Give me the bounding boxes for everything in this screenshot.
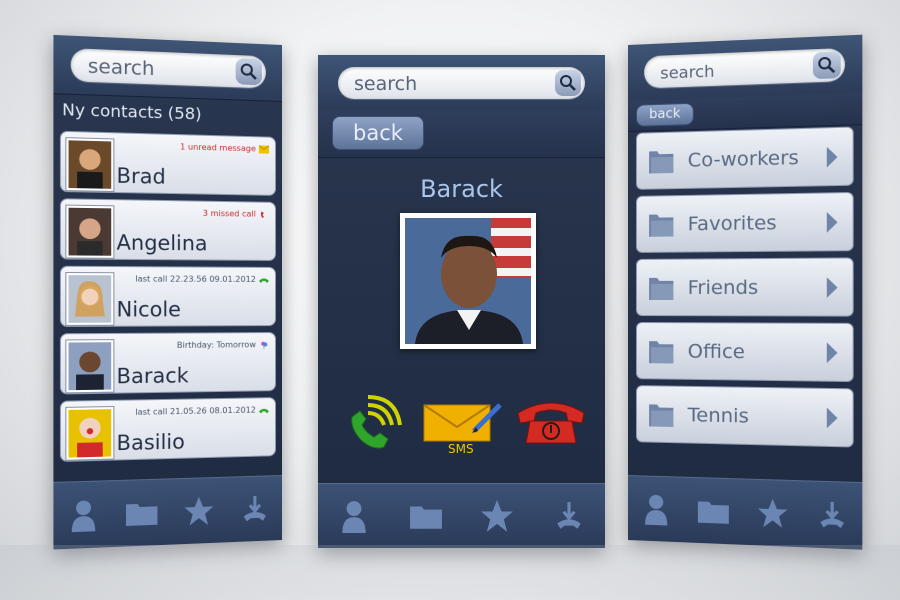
search-input[interactable] (352, 71, 529, 97)
contact-name: Nicole (117, 297, 181, 322)
sms-button[interactable] (422, 401, 502, 447)
folder-icon (647, 400, 675, 429)
contact-name: Angelina (117, 230, 208, 255)
balloon-icon (259, 341, 269, 349)
status-text: Birthday: Tomorrow (177, 340, 269, 350)
chevron-right-icon (827, 277, 838, 298)
folder-icon (647, 210, 675, 239)
contact-item[interactable]: Birthday: Tomorrow Barack (60, 332, 276, 394)
search-field[interactable] (338, 67, 585, 99)
folder-label: Office (688, 340, 745, 363)
back-button[interactable]: back (636, 103, 694, 127)
contact-detail-screen: back Barack (318, 55, 605, 548)
avatar (66, 273, 113, 325)
contacts-screen: Ny contacts (58) 1 unread message Brad 3… (53, 35, 282, 550)
search-field[interactable] (71, 48, 266, 88)
contact-list: 1 unread message Brad 3 missed call Ange… (60, 131, 276, 468)
floor-reflection (0, 545, 900, 600)
folder-item-favorites[interactable]: Favorites (636, 192, 854, 253)
folder-item-co-workers[interactable]: Co-workers (636, 126, 854, 189)
sms-label: SMS (448, 442, 474, 456)
contact-item[interactable]: 1 unread message Brad (60, 131, 276, 196)
scene: Ny contacts (58) 1 unread message Brad 3… (0, 0, 900, 600)
status-text: last call 22.23.56 09.01.2012 (135, 274, 269, 284)
search-icon[interactable] (555, 70, 581, 96)
folder-item-friends[interactable]: Friends (636, 257, 854, 316)
chevron-right-icon (827, 408, 838, 429)
folder-icon[interactable] (123, 495, 159, 531)
search-bar (628, 35, 862, 102)
end-call-button[interactable] (516, 399, 586, 451)
folder-label: Favorites (688, 212, 777, 236)
person-icon[interactable] (639, 491, 673, 526)
folder-item-office[interactable]: Office (636, 322, 854, 382)
search-input[interactable] (86, 53, 227, 85)
folder-label: Co-workers (688, 147, 799, 172)
search-input[interactable] (658, 54, 802, 86)
list-title: Ny contacts (58) (62, 100, 202, 124)
search-bar (53, 35, 282, 102)
nav-bar: back (628, 93, 862, 132)
folder-icon[interactable] (409, 499, 443, 533)
folder-label: Tennis (688, 404, 749, 428)
contact-photo (400, 213, 536, 349)
status-text: last call 21.05.26 08.01.2012 (135, 405, 269, 417)
tab-bar (628, 475, 862, 550)
contact-item[interactable]: 3 missed call Angelina (60, 198, 276, 261)
search-bar (318, 55, 605, 112)
search-field[interactable] (644, 48, 845, 89)
back-button[interactable]: back (332, 116, 424, 150)
envelope-icon (259, 145, 269, 153)
contact-item[interactable]: last call 22.23.56 09.01.2012 Nicole (60, 266, 276, 327)
folder-icon (647, 337, 675, 365)
groups-screen: back Co-workers Favorites Friends Office (628, 35, 862, 550)
contact-name-heading: Barack (318, 175, 605, 203)
folder-list: Co-workers Favorites Friends Office Tenn (636, 126, 854, 453)
phone-icon (259, 406, 269, 414)
call-log-icon[interactable] (814, 497, 850, 534)
folder-item-tennis[interactable]: Tennis (636, 385, 854, 447)
person-icon[interactable] (337, 499, 371, 533)
avatar (66, 138, 113, 191)
star-icon[interactable] (754, 495, 790, 531)
call-log-icon[interactable] (552, 499, 586, 533)
contact-name: Brad (117, 163, 166, 189)
folder-icon[interactable] (696, 493, 731, 529)
folder-label: Friends (688, 276, 759, 299)
contact-portrait (405, 218, 531, 344)
avatar (66, 340, 113, 392)
tab-bar (53, 475, 282, 549)
avatar (66, 407, 113, 460)
star-icon[interactable] (181, 493, 216, 529)
nav-bar: back (318, 111, 605, 158)
person-icon[interactable] (65, 497, 101, 533)
chevron-right-icon (827, 212, 838, 233)
folder-icon (647, 147, 675, 176)
call-log-icon[interactable] (237, 491, 271, 526)
folder-icon (647, 274, 675, 302)
status-text: 3 missed call (203, 209, 269, 219)
status-text: 1 unread message (180, 142, 269, 153)
search-icon[interactable] (813, 51, 841, 79)
phone-icon (259, 275, 269, 283)
chevron-right-icon (827, 342, 838, 363)
contact-name: Basilio (117, 429, 185, 455)
missed-call-icon (259, 210, 269, 218)
contact-name: Barack (117, 363, 189, 388)
star-icon[interactable] (480, 499, 514, 533)
tab-bar (318, 483, 605, 548)
contact-item[interactable]: last call 21.05.26 08.01.2012 Basilio (60, 397, 276, 462)
call-button[interactable] (346, 395, 404, 455)
chevron-right-icon (827, 147, 838, 168)
search-icon[interactable] (236, 58, 262, 85)
avatar (66, 206, 113, 258)
